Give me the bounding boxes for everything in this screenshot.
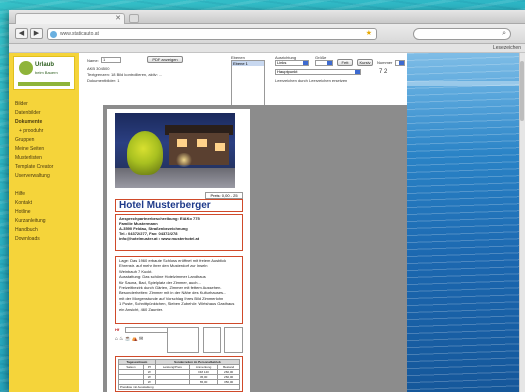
counter: 7 2 (379, 69, 388, 75)
document-workspace: Preis: 0,00 - 25 Hotel Musterberger Ansp… (103, 105, 407, 392)
sidebar-item-userverwaltung[interactable]: Userverwaltung (9, 172, 79, 181)
chevron-down-icon (303, 61, 308, 65)
ausrichtung-value: Links (277, 60, 287, 65)
price-table: Tageszeitraum Sonderzeiten im Personalbe… (118, 359, 241, 390)
photo-window (197, 139, 207, 147)
info-line: Textgrenzen: 18 Bild kontrollieren, akti… (87, 72, 163, 77)
ebenen-list[interactable]: Ebene 1 (231, 60, 265, 108)
logo-strip (18, 82, 70, 86)
vertical-scrollbar[interactable] (519, 53, 525, 392)
pdf-button[interactable]: PDF anzeigen (147, 56, 183, 63)
close-tab-icon[interactable]: ✕ (115, 14, 121, 22)
star-icon[interactable]: ★ (366, 29, 372, 39)
address-block[interactable]: Ansprechpartnerbeschreibung: EiAKo 775 F… (115, 214, 243, 251)
chevron-down-icon (355, 70, 360, 74)
address-bar[interactable]: www.staticauto.at ★ (47, 28, 377, 40)
bold-button[interactable]: Fett (337, 59, 353, 66)
amenity-icons[interactable]: ⌂♨☕⛺✉ (115, 336, 165, 343)
table-cell: Preisliste mit Ausstattung (118, 384, 240, 390)
bookmarks-bar: Lesezeichen (9, 44, 525, 53)
sidebar-item-downloads[interactable]: Downloads (9, 235, 79, 244)
description-block[interactable]: Lage: Das 1960 erbaute Schloss eröffnet … (115, 256, 243, 324)
photo-light (175, 153, 193, 167)
sidebar-item-bilder[interactable]: Bilder (9, 100, 79, 109)
web-page: Urlaub beim Bauern Bilder Datenbilder Do… (9, 53, 525, 392)
photo-bush (127, 131, 163, 175)
chevron-down-icon (327, 61, 332, 65)
globe-icon (50, 31, 57, 38)
image-placeholder[interactable] (224, 327, 243, 353)
hotel-title[interactable]: Hotel Musterberger (115, 199, 243, 212)
search-icon: ⌕ (502, 30, 506, 37)
search-bar[interactable]: ⌕ (413, 28, 511, 40)
logo-name: Urlaub (35, 62, 55, 68)
italic-button[interactable]: Kursiv (357, 59, 373, 66)
name-input[interactable]: 1 (101, 57, 121, 63)
photo-window (177, 139, 187, 147)
info-line: AKB 304500 (87, 66, 110, 71)
title-bar: ✕ (9, 10, 525, 24)
price-table-block[interactable]: Tageszeitraum Sonderzeiten im Personalbe… (115, 356, 243, 392)
hf-label: Hf (115, 327, 120, 332)
nummer-select[interactable] (395, 60, 405, 66)
browser-toolbar: ◀ ▶ www.staticauto.at ★ ⌕ (9, 24, 525, 44)
preis-field[interactable]: Preis: 0,00 - 25 (205, 192, 243, 199)
image-placeholder[interactable] (167, 327, 199, 353)
image-placeholder[interactable] (203, 327, 221, 353)
document-page: Preis: 0,00 - 25 Hotel Musterberger Ansp… (107, 109, 250, 392)
bookmarks-button[interactable]: Lesezeichen (493, 45, 521, 51)
description-line: 1 Puste, Schnittpünktchen, Sieben Zubehö… (119, 301, 235, 307)
name-label: Name: (87, 58, 99, 63)
address-line: info@hotelmuster.at • www.musterhotel.at (119, 236, 200, 241)
description-line: ein Ansicht, 460 Zaunter. (119, 306, 164, 312)
sidebar-item-hilfe[interactable]: Hilfe (9, 190, 79, 199)
new-tab-button[interactable] (129, 14, 139, 23)
sidebar-item-template-creator[interactable]: Template Creator (9, 163, 79, 172)
photo-window (215, 143, 225, 151)
logo-mark-icon (19, 61, 33, 75)
back-button[interactable]: ◀ (15, 28, 28, 39)
chevron-down-icon (399, 61, 404, 65)
ausrichtung-select[interactable]: Links (275, 60, 309, 66)
sidebar-item-musterlisten[interactable]: Musterlisten (9, 154, 79, 163)
sidebar-item-sub[interactable]: + prooduhr (9, 127, 79, 136)
sea-background-image (407, 53, 525, 392)
style-select[interactable]: Hauptpunkt (275, 69, 361, 75)
sidebar-item-kontakt[interactable]: Kontakt (9, 199, 79, 208)
sidebar-item-datenbilder[interactable]: Datenbilder (9, 109, 79, 118)
nummer-label: Nummer (377, 60, 393, 65)
sidebar-item-dokumente[interactable]: Dokumente (9, 118, 79, 127)
forward-button[interactable]: ▶ (30, 28, 43, 39)
logo-tagline: beim Bauern (35, 70, 58, 75)
table-row: Preisliste mit Ausstattung (118, 384, 240, 390)
ebenen-option[interactable]: Ebene 1 (232, 61, 264, 66)
url-text: www.staticauto.at (60, 31, 99, 37)
sidebar-nav: Bilder Datenbilder Dokumente + prooduhr … (9, 100, 79, 244)
sidebar: Urlaub beim Bauern Bilder Datenbilder Do… (9, 53, 79, 392)
sidebar-item-handbuch[interactable]: Handbuch (9, 226, 79, 235)
grosse-select[interactable] (315, 60, 333, 66)
sidebar-item-gruppen[interactable]: Gruppen (9, 136, 79, 145)
sidebar-item-kurzanleitung[interactable]: Kurzanleitung (9, 217, 79, 226)
nav-divider (9, 181, 79, 190)
style-value: Hauptpunkt (277, 69, 298, 74)
hotel-photo[interactable] (115, 113, 235, 188)
info-line: Dokumentbilder: 1 (87, 78, 120, 83)
logo[interactable]: Urlaub beim Bauern (13, 56, 75, 90)
scrollbar-thumb[interactable] (520, 61, 524, 121)
sidebar-item-hotline[interactable]: Hotline (9, 208, 79, 217)
browser-window: ✕ ◀ ▶ www.staticauto.at ★ ⌕ Lesezeichen … (9, 10, 525, 392)
browser-tab[interactable]: ✕ (15, 13, 125, 24)
hf-field[interactable]: Hf (115, 327, 175, 334)
note-text: Leerzeichen durch Leerzeichen ersetzen (275, 78, 348, 83)
sidebar-item-meine-seiten[interactable]: Meine Seiten (9, 145, 79, 154)
sea-waves (407, 53, 525, 392)
